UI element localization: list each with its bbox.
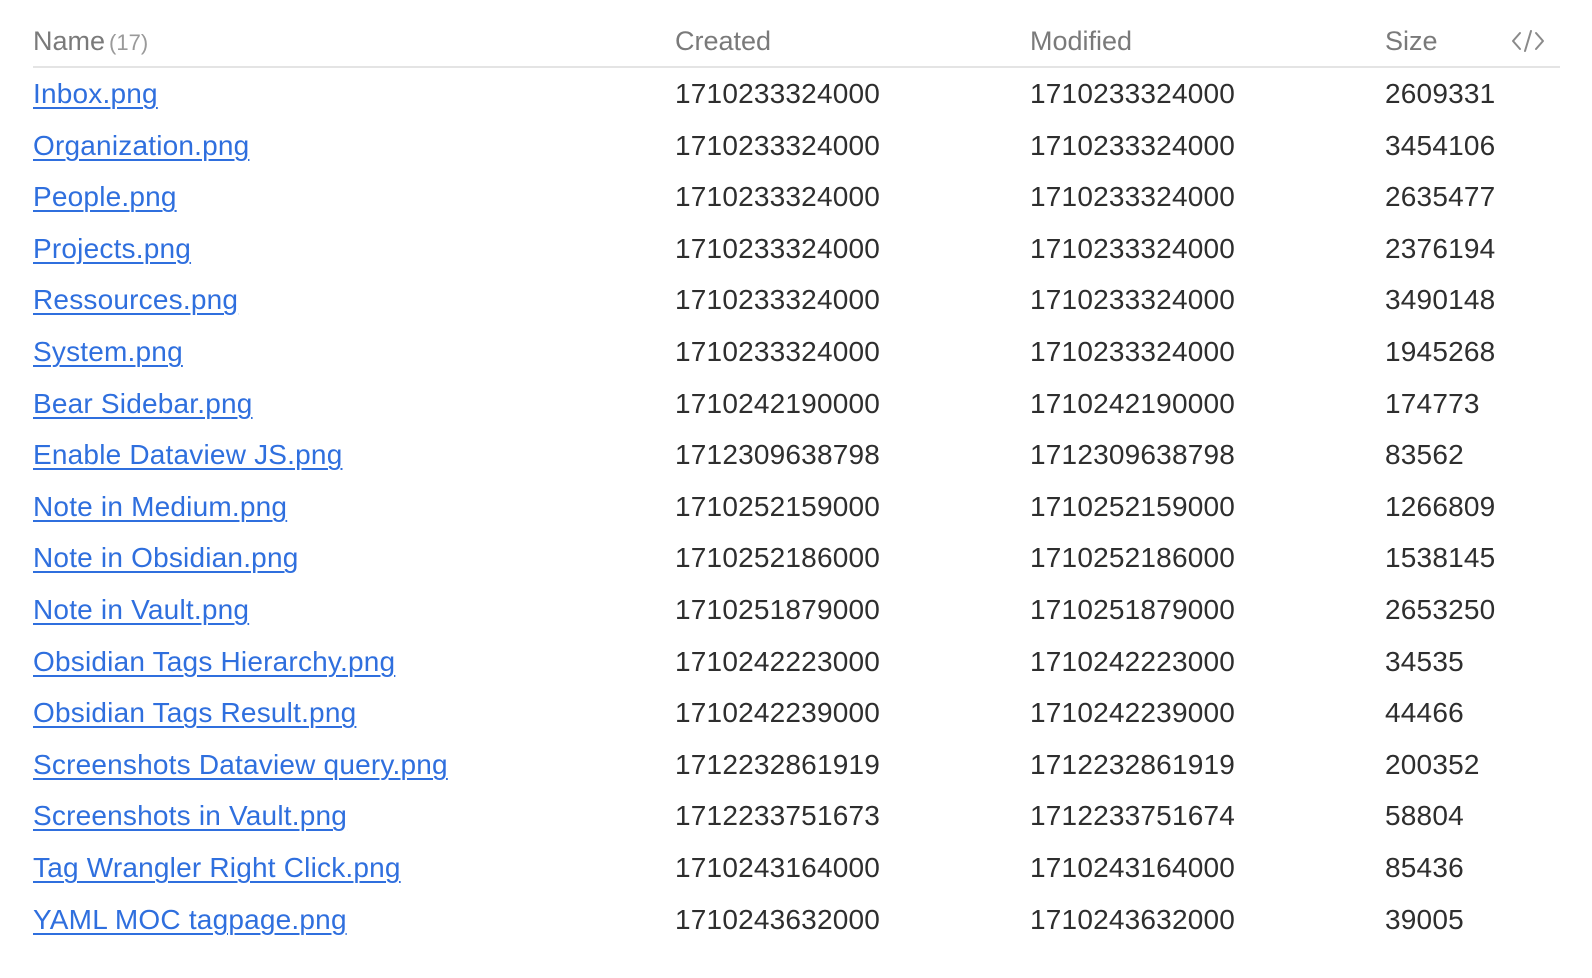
size-cell: 39005 [1385, 903, 1464, 935]
size-cell: 2653250 [1385, 593, 1496, 625]
code-icon[interactable] [1510, 28, 1546, 54]
created-cell: 1710233324000 [675, 284, 881, 316]
created-cell: 1710233324000 [675, 232, 881, 264]
modified-cell: 1710243632000 [1030, 903, 1236, 935]
created-cell: 1712309638798 [675, 439, 881, 471]
file-link[interactable]: Enable Dataview JS.png [33, 438, 342, 472]
modified-cell: 1710252159000 [1030, 490, 1236, 522]
modified-cell: 1710242190000 [1030, 387, 1236, 419]
table-row: Enable Dataview JS.png 1712309638798 17123… [33, 429, 1560, 481]
size-cell: 85436 [1385, 851, 1464, 883]
modified-cell: 1712232861919 [1030, 748, 1236, 780]
size-cell: 1945268 [1385, 335, 1496, 367]
file-link[interactable]: Bear Sidebar.png [33, 387, 253, 421]
column-header-modified[interactable]: Modified [1030, 24, 1132, 58]
file-link[interactable]: Screenshots in Vault.png [33, 799, 347, 833]
table-row: People.png 1710233324000 1710233324000 2635… [33, 171, 1560, 223]
size-cell: 58804 [1385, 800, 1464, 832]
column-header-name[interactable]: Name (17) [33, 24, 148, 60]
table-row: Organization.png 1710233324000 17102333240… [33, 120, 1560, 172]
table-row: System.png 1710233324000 1710233324000 1945… [33, 326, 1560, 378]
table-row: Bear Sidebar.png 1710242190000 17102421900… [33, 378, 1560, 430]
modified-cell: 1710233324000 [1030, 129, 1236, 161]
modified-cell: 1710233324000 [1030, 335, 1236, 367]
file-link[interactable]: Tag Wrangler Right Click.png [33, 851, 401, 885]
created-cell: 1710233324000 [675, 181, 881, 213]
column-header-size[interactable]: Size [1385, 24, 1438, 58]
created-cell: 1710233324000 [675, 78, 881, 109]
file-link[interactable]: Note in Medium.png [33, 490, 287, 524]
table-row: YAML MOC tagpage.png 1710243632000 1710243… [33, 894, 1560, 946]
modified-cell: 1710233324000 [1030, 284, 1236, 316]
modified-cell: 1710252186000 [1030, 542, 1236, 574]
table-row: Note in Vault.png 1710251879000 1710251879… [33, 584, 1560, 636]
created-cell: 1710233324000 [675, 335, 881, 367]
file-link[interactable]: Obsidian Tags Hierarchy.png [33, 645, 395, 679]
table-row: Inbox.png 1710233324000 1710233324000 26093… [33, 68, 1560, 120]
table-header: Name (17) Created Modified Size [33, 0, 1560, 68]
modified-cell: 1710233324000 [1030, 181, 1236, 213]
table-row: Screenshots in Vault.png 1712233751673 171… [33, 790, 1560, 842]
table-row: Tag Wrangler Right Click.png 171024316400… [33, 842, 1560, 894]
file-link[interactable]: Note in Vault.png [33, 593, 249, 627]
table-row: Ressources.png 1710233324000 1710233324000… [33, 274, 1560, 326]
created-cell: 1712232861919 [675, 748, 881, 780]
size-cell: 2635477 [1385, 181, 1496, 213]
modified-cell: 1712233751674 [1030, 800, 1236, 832]
size-cell: 3454106 [1385, 129, 1496, 161]
created-cell: 1710251879000 [675, 593, 881, 625]
file-link[interactable]: System.png [33, 335, 183, 369]
file-link[interactable]: Organization.png [33, 129, 249, 163]
file-link[interactable]: Screenshots Dataview query.png [33, 748, 448, 782]
created-cell: 1710242190000 [675, 387, 881, 419]
modified-cell: 1710243164000 [1030, 851, 1236, 883]
size-cell: 2609331 [1385, 78, 1496, 109]
created-cell: 1710243632000 [675, 903, 881, 935]
modified-cell: 1710251879000 [1030, 593, 1236, 625]
table-row: Note in Obsidian.png 1710252186000 1710252… [33, 532, 1560, 584]
file-link[interactable]: Inbox.png [33, 77, 158, 111]
table-row: Projects.png 1710233324000 1710233324000 23… [33, 223, 1560, 275]
created-cell: 1710243164000 [675, 851, 881, 883]
table-row: Note in Medium.png 1710252159000 171025215… [33, 481, 1560, 533]
modified-cell: 1710242223000 [1030, 645, 1236, 677]
table-row: Screenshots Dataview query.png 1712232861… [33, 739, 1560, 791]
table-row: Obsidian Tags Result.png 1710242239000 171… [33, 687, 1560, 739]
modified-cell: 1710233324000 [1030, 232, 1236, 264]
dataview-table: Name (17) Created Modified Size Inbox.png… [33, 0, 1560, 945]
file-link[interactable]: Projects.png [33, 232, 191, 266]
created-cell: 1710242239000 [675, 697, 881, 729]
created-cell: 1710242223000 [675, 645, 881, 677]
size-cell: 174773 [1385, 387, 1480, 419]
size-cell: 200352 [1385, 748, 1480, 780]
file-link[interactable]: Note in Obsidian.png [33, 541, 299, 575]
size-cell: 3490148 [1385, 284, 1496, 316]
file-link[interactable]: Ressources.png [33, 283, 238, 317]
size-cell: 1266809 [1385, 490, 1496, 522]
created-cell: 1710233324000 [675, 129, 881, 161]
size-cell: 34535 [1385, 645, 1464, 677]
created-cell: 1710252186000 [675, 542, 881, 574]
size-cell: 83562 [1385, 439, 1464, 471]
modified-cell: 1712309638798 [1030, 439, 1236, 471]
created-cell: 1710252159000 [675, 490, 881, 522]
size-cell: 1538145 [1385, 542, 1496, 574]
modified-cell: 1710242239000 [1030, 697, 1236, 729]
file-link[interactable]: Obsidian Tags Result.png [33, 696, 356, 730]
modified-cell: 1710233324000 [1030, 78, 1236, 109]
result-count: (17) [109, 30, 149, 55]
file-link[interactable]: YAML MOC tagpage.png [33, 903, 347, 937]
column-header-created[interactable]: Created [675, 24, 771, 58]
size-cell: 44466 [1385, 697, 1464, 729]
size-cell: 2376194 [1385, 232, 1496, 264]
column-header-name-label: Name [33, 26, 106, 56]
file-link[interactable]: People.png [33, 180, 177, 214]
created-cell: 1712233751673 [675, 800, 881, 832]
table-body: Inbox.png 1710233324000 1710233324000 26093… [33, 68, 1560, 945]
table-row: Obsidian Tags Hierarchy.png 1710242223000… [33, 636, 1560, 688]
